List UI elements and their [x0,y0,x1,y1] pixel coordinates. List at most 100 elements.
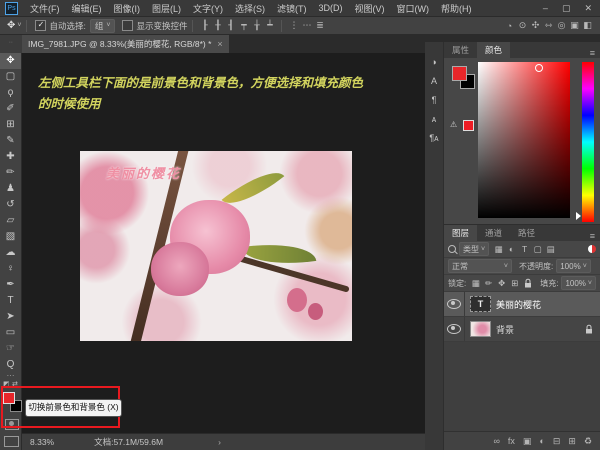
3d-slide-icon[interactable]: ⇿ [542,20,555,31]
paragraph-styles-panel-icon[interactable]: ¶ᴀ [425,133,443,143]
lock-all-icon[interactable] [524,278,532,288]
move-tool[interactable]: ✥ [0,53,21,69]
photo-cherry-blossom[interactable]: 美丽的樱花 [80,151,352,341]
3d-pan-icon[interactable]: ✣ [529,20,542,31]
new-group-icon[interactable]: ⊟ [553,436,561,447]
visibility-cell[interactable] [444,292,465,316]
align-top-edges-icon[interactable]: ┯ [237,20,250,31]
dodge-tool[interactable]: ♀ [0,261,21,277]
filter-type-dropdown[interactable]: 类型 ˅ [459,242,489,256]
menu-view[interactable]: 视图(V) [349,2,391,15]
delete-layer-icon[interactable]: ♻ [584,436,592,447]
eraser-tool[interactable]: ▱ [0,213,21,229]
distribute-horizontal-icon[interactable]: ⋯ [300,20,313,31]
menu-edit[interactable]: 编辑(E) [66,2,108,15]
menu-filter[interactable]: 滤镜(T) [271,2,313,15]
gradient-tool[interactable]: ▧ [0,229,21,245]
shape-layer-filter-icon[interactable]: ▢ [531,244,544,255]
blur-tool[interactable]: ☁ [0,245,21,261]
minimize-button[interactable]: – [543,3,548,13]
opacity-dropdown[interactable]: 100% ˅ [556,259,591,273]
hue-slider[interactable] [582,62,594,222]
layer-row-background[interactable]: 背景 [444,317,600,342]
close-tab-icon[interactable]: × [217,39,222,49]
visibility-cell[interactable] [444,317,465,341]
add-layer-mask-icon[interactable]: ▣ [523,436,532,447]
path-select-tool[interactable]: ➤ [0,309,21,325]
menu-layer[interactable]: 图层(L) [146,2,187,15]
layer-effects-icon[interactable]: fx [508,436,515,446]
lock-artboard-icon[interactable]: ⊞ [508,278,521,289]
type-tool[interactable]: T [0,293,21,309]
color-field[interactable] [478,62,570,218]
brush-tool[interactable]: ✏ [0,165,21,181]
zoom-level[interactable]: 8.33% [30,437,54,447]
lock-transparency-icon[interactable]: ▦ [469,278,482,289]
menu-3d[interactable]: 3D(D) [313,3,349,13]
panel-menu-icon[interactable]: ≡ [590,48,600,58]
text-layer-thumbnail[interactable]: T [470,296,491,312]
chevron-down-icon[interactable]: ˅ [17,22,21,29]
pen-tool[interactable]: ✒ [0,277,21,293]
pixel-layer-filter-icon[interactable]: ▦ [492,244,505,255]
gamut-color-chip[interactable] [463,120,474,131]
screen-mode-icon[interactable] [4,436,19,447]
3d-roll-icon[interactable]: ⊙ [516,20,529,31]
adjustment-layer-filter-icon[interactable]: ◐ [505,244,518,255]
align-vertical-centers-icon[interactable]: ╁ [250,20,263,31]
clone-stamp-tool[interactable]: ♟ [0,181,21,197]
foreground-color-swatch[interactable] [452,66,467,81]
fill-dropdown[interactable]: 100% ˅ [561,276,596,290]
align-right-edges-icon[interactable]: ┨ [224,20,237,31]
status-arrow-icon[interactable]: › [218,437,221,447]
show-transform-checkbox[interactable] [122,20,133,31]
tab-layers[interactable]: 图层 [444,225,477,241]
menu-select[interactable]: 选择(S) [229,2,271,15]
canvas-area[interactable]: 左侧工具栏下面的是前景色和背景色，方便选择和填充颜色 的时候使用 美丽的樱花 [22,53,425,433]
character-styles-panel-icon[interactable]: ᴀ [425,114,443,124]
blend-mode-dropdown[interactable]: 正常 ˅ [448,259,512,273]
menu-image[interactable]: 图像(I) [108,2,147,15]
auto-select-checkbox[interactable]: ✓ [35,20,46,31]
screen-layout-icon[interactable]: ▣ [568,20,581,31]
healing-brush-tool[interactable]: ✚ [0,149,21,165]
close-button[interactable]: ✕ [584,3,592,14]
workspace-icon[interactable]: ◧ [581,20,594,31]
image-layer-thumbnail[interactable] [470,321,491,337]
character-panel-icon[interactable]: A [425,76,443,86]
menu-window[interactable]: 窗口(W) [391,2,436,15]
zoom-options-icon[interactable]: ◎ [555,20,568,31]
tab-paths[interactable]: 路径 [510,225,543,241]
menu-type[interactable]: 文字(Y) [187,2,229,15]
marquee-tool[interactable]: ▢ [0,69,21,85]
lock-position-icon[interactable]: ✥ [495,278,508,289]
align-bottom-edges-icon[interactable]: ┷ [263,20,276,31]
paragraph-panel-icon[interactable]: ¶ [425,95,443,105]
rectangle-tool[interactable]: ▭ [0,325,21,341]
new-layer-icon[interactable]: ⊞ [568,436,576,447]
history-brush-tool[interactable]: ↺ [0,197,21,213]
eyedropper-tool[interactable]: ✎ [0,133,21,149]
gamut-warning-icon[interactable]: ⚠ [450,120,457,129]
hand-tool[interactable]: ☞ [0,341,21,357]
maximize-button[interactable]: ▢ [562,3,571,14]
filter-toggle-icon[interactable] [588,245,596,253]
distribute-vertical-icon[interactable]: ⋮ [287,20,300,31]
smart-object-filter-icon[interactable]: ▤ [544,244,557,255]
tab-color[interactable]: 颜色 [477,42,510,58]
tab-channels[interactable]: 通道 [477,225,510,241]
lasso-tool[interactable]: ϙ [0,85,21,101]
menu-help[interactable]: 帮助(H) [435,2,478,15]
menu-file[interactable]: 文件(F) [24,2,66,15]
panel-menu-icon[interactable]: ≡ [590,231,600,241]
auto-select-dropdown[interactable]: 组 ˅ [90,19,116,33]
align-left-edges-icon[interactable]: ┠ [198,20,211,31]
layer-row-text[interactable]: T 美丽的樱花 [444,292,600,317]
quick-selection-tool[interactable]: ✐ [0,101,21,117]
new-adjustment-layer-icon[interactable]: ◐ [539,436,544,446]
3d-orbit-icon[interactable]: ◔ [503,21,516,31]
type-layer-filter-icon[interactable]: T [518,244,531,255]
more-tools-icon[interactable]: ⋯ [0,373,21,381]
distribute-evenly-icon[interactable]: ≣ [313,20,326,31]
crop-tool[interactable]: ⊞ [0,117,21,133]
